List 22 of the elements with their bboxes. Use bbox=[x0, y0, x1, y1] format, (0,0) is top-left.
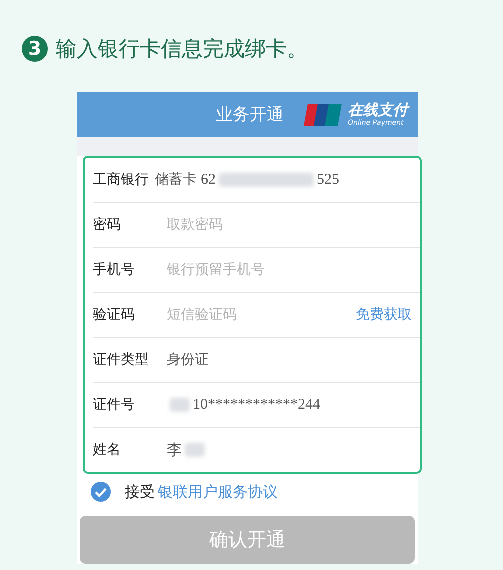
field-label: 验证码 bbox=[93, 306, 136, 324]
field-value: 李 bbox=[167, 442, 182, 460]
field-label: 手机号 bbox=[93, 261, 136, 279]
page-title: 业务开通 bbox=[216, 104, 284, 126]
step-number: 3 bbox=[22, 36, 48, 62]
card-number-prefix: 62 bbox=[201, 172, 216, 188]
brand-name: 在线支付 bbox=[348, 102, 408, 118]
field-value: 10************244 bbox=[193, 396, 320, 414]
step-instruction: 输入银行卡信息完成绑卡。 bbox=[56, 36, 308, 63]
checkbox[interactable] bbox=[91, 482, 111, 502]
field-label: 工商银行 bbox=[93, 171, 149, 189]
agreement-label: 接受 bbox=[125, 482, 155, 502]
agreement-link[interactable]: 银联用户服务协议 bbox=[158, 482, 278, 502]
field-value: 身份证 bbox=[167, 351, 209, 369]
card-type: 储蓄卡 bbox=[155, 171, 197, 189]
field-label: 姓名 bbox=[93, 441, 122, 459]
field-label: 证件号 bbox=[93, 396, 136, 414]
field-label: 证件类型 bbox=[93, 351, 150, 369]
card-number-suffix: 525 bbox=[317, 172, 340, 188]
field-label: 密码 bbox=[93, 216, 122, 234]
card-logo-icon bbox=[304, 102, 342, 126]
get-code-link[interactable]: 免费获取 bbox=[356, 306, 412, 324]
